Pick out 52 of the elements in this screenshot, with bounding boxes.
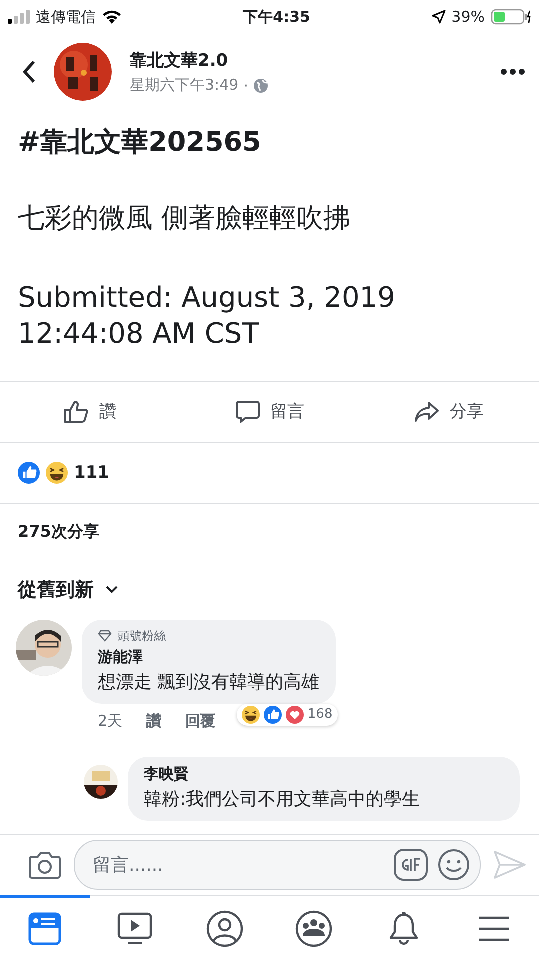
menu-icon [478, 915, 510, 943]
laughing-reaction-icon [242, 706, 260, 724]
post-timestamp: 星期六下午3:49 [130, 76, 239, 95]
submitted-text: Submitted: August 3, 2019 12:44:08 AM CST [17, 280, 396, 352]
hashtag-link[interactable]: #靠北文華202565 [0, 110, 539, 160]
like-button[interactable]: 讚 [0, 382, 180, 442]
reply-link[interactable]: 回覆 [186, 712, 216, 731]
comment-author[interactable]: 李映賢 [144, 764, 504, 784]
thumbs-up-icon [63, 400, 90, 424]
chevron-down-icon [106, 586, 118, 594]
comment-button[interactable]: 留言 [180, 382, 360, 442]
page-name[interactable]: 靠北文華2.0 [130, 49, 483, 72]
comment-reaction-count: 168 [308, 707, 333, 722]
comment-age: 2天 [98, 712, 123, 731]
news-feed-icon [28, 912, 62, 946]
like-reaction-icon [264, 706, 282, 724]
post-text: 七彩的微風 側著臉輕輕吹拂 [17, 202, 352, 236]
top-fan-label: 頭號粉絲 [118, 628, 166, 645]
laughing-reaction-icon [46, 462, 68, 484]
back-icon[interactable] [22, 60, 36, 84]
sort-dropdown[interactable]: 從舊到新 [0, 562, 136, 618]
comment-text: 韓粉:我們公司不用文華高中的學生 [144, 788, 422, 811]
carrier-name: 遠傳電信 [36, 8, 96, 26]
comment-field[interactable]: 留言...... [74, 840, 481, 890]
reaction-count[interactable]: 111 [74, 462, 110, 483]
gif-icon[interactable] [394, 849, 428, 881]
emoji-icon[interactable] [438, 849, 470, 881]
comment-text: 想漂走 飄到沒有韓導的高雄 [98, 670, 320, 694]
battery-icon [491, 9, 531, 25]
wifi-icon [102, 10, 122, 24]
video-icon [116, 912, 153, 946]
reaction-summary[interactable]: 168 [236, 704, 338, 726]
share-count[interactable]: 275次分享 [0, 504, 539, 562]
like-link[interactable]: 讚 [146, 712, 162, 731]
globe-icon [253, 78, 270, 94]
location-arrow-icon [432, 10, 446, 24]
bell-icon [388, 911, 420, 947]
groups-icon [295, 910, 334, 948]
camera-icon[interactable] [28, 850, 62, 880]
profile-icon [206, 910, 244, 948]
share-arrow-icon [414, 400, 440, 424]
comment-author[interactable]: 游能澤 [98, 648, 320, 667]
clock: 下午4:35 [242, 8, 312, 26]
battery-percent: 39% [452, 8, 485, 26]
share-button[interactable]: 分享 [359, 382, 539, 442]
diamond-icon [98, 630, 112, 642]
cell-signal-icon [8, 10, 30, 24]
speech-bubble-icon [234, 400, 260, 424]
separator-dot: · [244, 76, 248, 94]
like-reaction-icon [18, 462, 40, 484]
heart-reaction-icon [286, 706, 304, 724]
more-options-icon[interactable] [501, 69, 525, 75]
